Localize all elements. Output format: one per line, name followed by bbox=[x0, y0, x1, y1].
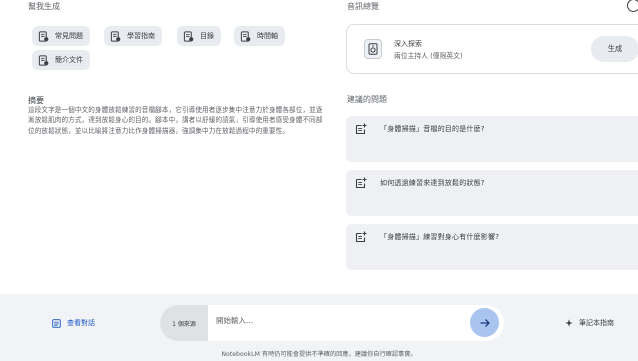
audio-card-subtitle: 兩位主持人 (僅限英文) bbox=[394, 52, 463, 60]
help-me-create-title: 幫我生成 bbox=[28, 2, 60, 11]
audio-overview-card: 深入探索 兩位主持人 (僅限英文) 生成 bbox=[346, 24, 638, 74]
chip-timeline[interactable]: 時間軸 bbox=[234, 26, 285, 46]
chip-label: 學習指南 bbox=[127, 32, 155, 40]
help-circle-icon[interactable] bbox=[627, 0, 638, 12]
note-icon bbox=[38, 30, 49, 42]
note-icon bbox=[110, 30, 121, 42]
speaker-icon bbox=[364, 39, 382, 59]
add-note-icon bbox=[355, 177, 367, 189]
chat-list-icon bbox=[52, 318, 61, 328]
chip-table-of-contents[interactable]: 目錄 bbox=[177, 26, 221, 46]
note-icon bbox=[38, 54, 49, 66]
summary-text: 這段文字是一個中文的身體放鬆練習的音檔腳本，它引導使用者逐步集中注意力於身體各部… bbox=[28, 106, 323, 135]
arrow-right-icon bbox=[480, 318, 490, 327]
add-note-icon bbox=[355, 123, 367, 135]
suggested-question[interactable]: 「身體掃描」練習對身心有什麼影響? bbox=[346, 224, 638, 270]
add-note-icon bbox=[355, 231, 367, 243]
chip-label: 時間軸 bbox=[257, 32, 278, 40]
generate-button[interactable]: 生成 bbox=[591, 36, 638, 62]
suggested-question[interactable]: 「身體掃描」音檔的目的是什麼? bbox=[346, 116, 638, 162]
chip-label: 目錄 bbox=[200, 32, 214, 40]
chip-label: 簡介文件 bbox=[55, 56, 83, 64]
question-text: 如何透過練習來達到放鬆的狀態? bbox=[380, 179, 485, 187]
audio-card-title: 深入探索 bbox=[394, 40, 422, 48]
suggested-question[interactable]: 如何透過練習來達到放鬆的狀態? bbox=[346, 170, 638, 216]
chip-label: 常見問題 bbox=[55, 32, 83, 40]
chip-briefing-doc[interactable]: 簡介文件 bbox=[32, 50, 90, 70]
note-icon bbox=[183, 30, 194, 42]
chip-study-guide[interactable]: 學習指南 bbox=[104, 26, 162, 46]
notebook-guide-button[interactable]: 筆記本指南 bbox=[565, 318, 614, 328]
notebook-guide-label: 筆記本指南 bbox=[579, 319, 614, 327]
view-chat-button[interactable]: 查看對話 bbox=[52, 318, 95, 328]
suggested-questions-title: 建議的問題 bbox=[347, 95, 387, 104]
disclaimer-text: NotebookLM 有時仍可能會提供不準確的回應，建議你自行確認事實。 bbox=[221, 351, 417, 358]
chat-input[interactable] bbox=[216, 316, 416, 325]
chat-input-container: 1 個來源 bbox=[160, 305, 504, 341]
view-chat-label: 查看對話 bbox=[67, 319, 95, 327]
question-text: 「身體掃描」音檔的目的是什麼? bbox=[380, 125, 485, 133]
chip-faq[interactable]: 常見問題 bbox=[32, 26, 90, 46]
send-button[interactable] bbox=[470, 308, 499, 337]
note-icon bbox=[240, 30, 251, 42]
sparkle-icon bbox=[565, 319, 573, 327]
source-count-badge[interactable]: 1 個來源 bbox=[160, 305, 208, 341]
audio-overview-title: 音訊總覽 bbox=[347, 2, 379, 11]
question-text: 「身體掃描」練習對身心有什麼影響? bbox=[380, 233, 500, 241]
